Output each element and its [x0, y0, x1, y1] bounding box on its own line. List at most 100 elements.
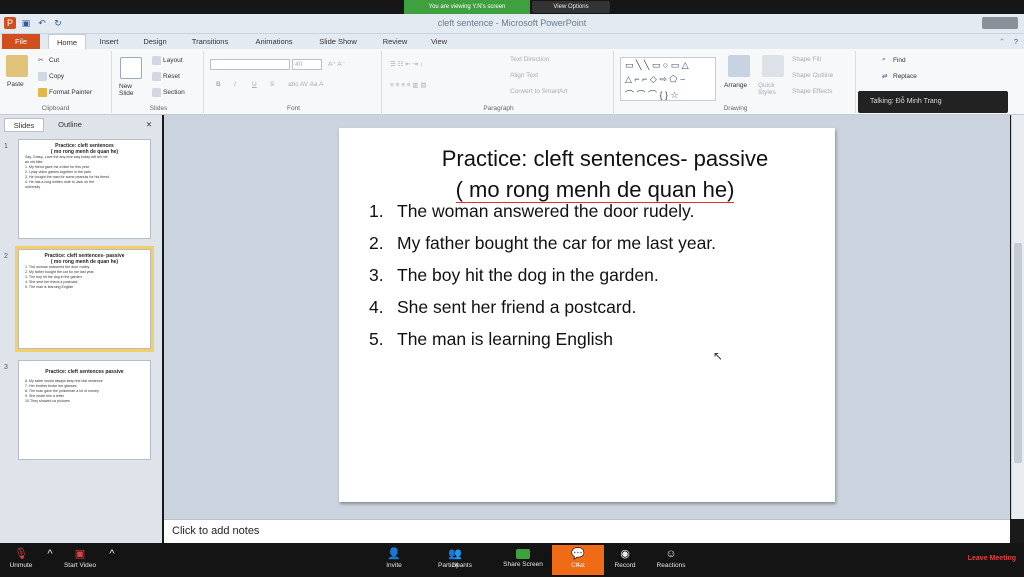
section-label: Section: [163, 89, 185, 96]
clipboard-label: Clipboard: [41, 105, 70, 112]
view-options-button[interactable]: View Options: [532, 1, 610, 13]
shape-fill-button[interactable]: Shape Fill: [792, 56, 821, 63]
paragraph-group: ☰ ☷ ⇤ ⇥ ↕ ≡ ≡ ≡ ≡ ▥ ▤ Text Direction Ali…: [384, 51, 614, 113]
drawing-group: ▭ ╲ ╲ ▭ ○ ▭ △ △ ⌐ ⌐ ◇ ⇨ ⬠ ⌣ ⌒ ⌒ ⌒ { } ☆ …: [616, 51, 856, 113]
tab-transitions[interactable]: Transitions: [184, 34, 236, 49]
text-direction-button[interactable]: Text Direction: [510, 56, 549, 63]
tab-design[interactable]: Design: [136, 34, 174, 49]
new-slide-button[interactable]: New Slide: [119, 83, 145, 97]
chat-button[interactable]: 💬4 Chat: [552, 545, 604, 575]
scissors-icon: ✂: [38, 57, 44, 64]
unmute-label: Unmute: [9, 562, 33, 569]
new-slide-icon[interactable]: [120, 57, 142, 79]
chat-icon: 💬4: [571, 548, 585, 569]
find-label: Find: [893, 57, 906, 64]
shape-outline-button[interactable]: Shape Outline: [792, 72, 833, 79]
unmute-button[interactable]: 🎙 Unmute: [4, 545, 38, 575]
format-painter-label: Format Painter: [49, 89, 92, 96]
thumb-number: 1: [4, 143, 8, 150]
notes-pane[interactable]: Click to add notes: [164, 519, 1010, 543]
font-size-input[interactable]: 40: [292, 59, 322, 70]
tab-review[interactable]: Review: [374, 34, 416, 49]
thumb-title: Practice: cleft sentences passive: [45, 369, 124, 375]
tab-animations[interactable]: Animations: [246, 34, 302, 49]
bold-button[interactable]: B: [216, 81, 221, 88]
invite-button[interactable]: 👤 Invite: [378, 545, 410, 575]
paste-icon[interactable]: [6, 55, 28, 77]
tab-insert[interactable]: Insert: [92, 34, 126, 49]
arrange-button[interactable]: Arrange: [724, 82, 747, 89]
replace-button[interactable]: ⇄ Replace: [882, 72, 917, 81]
leave-meeting-button[interactable]: Leave Meeting: [968, 555, 1016, 562]
replace-label: Replace: [893, 73, 917, 80]
shape-triangle-icon[interactable]: △ ⌐ ⌐ ◇ ⇨ ⬠ ⌣: [625, 74, 686, 85]
underline-button[interactable]: U: [252, 81, 257, 88]
quick-styles-icon[interactable]: [762, 55, 784, 77]
grow-font-icon[interactable]: A⁺ A⁻: [328, 60, 345, 68]
tab-view[interactable]: View: [424, 34, 454, 49]
thumb-line: 10.They showed us pictures: [25, 399, 70, 403]
slide-thumbnail-2[interactable]: Practice: cleft sentences- passive ( mo …: [15, 246, 154, 352]
vertical-scrollbar[interactable]: [1011, 115, 1024, 519]
start-video-button[interactable]: ▣ Start Video: [56, 545, 104, 575]
shape-rectangle-icon[interactable]: ▭ ╲ ╲ ▭ ○ ▭ △: [625, 60, 689, 71]
reset-button[interactable]: Reset: [152, 72, 180, 81]
list-item: 5. The man is learning English: [369, 328, 716, 360]
list-item: 1. The woman answered the door rudely.: [369, 200, 716, 232]
format-painter-button[interactable]: Format Painter: [38, 88, 92, 97]
find-button[interactable]: ⌕ Find: [882, 56, 906, 65]
slide-title[interactable]: Practice: cleft sentences- passive: [339, 145, 835, 173]
layout-icon: [152, 56, 161, 65]
chat-label: Chat: [571, 562, 585, 569]
align-icons[interactable]: ≡ ≡ ≡ ≡ ▥ ▤: [390, 81, 426, 89]
share-screen-button[interactable]: Share Screen: [496, 545, 550, 575]
video-options-chevron-icon[interactable]: ^: [104, 545, 116, 575]
strikethrough-button[interactable]: S: [270, 81, 274, 88]
help-icon[interactable]: ?: [1010, 34, 1022, 49]
share-screen-icon: [516, 549, 530, 559]
item-text: She sent her friend a postcard.: [397, 297, 637, 317]
shape-effects-button[interactable]: Shape Effects: [792, 88, 832, 95]
font-color-icon[interactable]: abc AV Aa A: [288, 81, 323, 88]
list-item: 2. My father bought the car for me last y…: [369, 232, 716, 264]
pane-tabs: Slides Outline ✕: [0, 118, 160, 132]
window-controls[interactable]: [982, 17, 1018, 29]
font-name-input[interactable]: [210, 59, 290, 70]
slide-canvas[interactable]: Practice: cleft sentences- passive ( mo …: [339, 128, 835, 502]
font-group: 40 A⁺ A⁻ B I U S abc AV Aa A Font: [206, 51, 382, 113]
close-pane-icon[interactable]: ✕: [142, 118, 156, 132]
italic-button[interactable]: I: [234, 81, 236, 88]
section-button[interactable]: Section: [152, 88, 185, 97]
convert-smartart-button[interactable]: Convert to SmartArt: [510, 88, 567, 95]
tab-home[interactable]: Home: [48, 34, 86, 49]
tab-file[interactable]: File: [2, 34, 40, 49]
share-screen-label: Share Screen: [503, 561, 543, 568]
slide-thumbnail-1[interactable]: Practice: cleft sentences ( mo rong menh…: [18, 139, 151, 239]
tab-outline[interactable]: Outline: [48, 118, 92, 132]
copy-icon: [38, 72, 47, 81]
shape-curve-icon[interactable]: ⌒ ⌒ ⌒ { } ☆: [625, 88, 679, 101]
minimize-ribbon-icon[interactable]: ⌃: [996, 34, 1008, 49]
record-button[interactable]: ◉ Record: [608, 545, 642, 575]
slide-thumbnail-3[interactable]: Practice: cleft sentences passive 6. My …: [18, 360, 151, 460]
quick-styles-button[interactable]: Quick Styles: [758, 82, 784, 96]
align-text-button[interactable]: Align Text: [510, 72, 538, 79]
layout-button[interactable]: Layout: [152, 56, 183, 65]
tab-slide-show[interactable]: Slide Show: [312, 34, 364, 49]
paste-button[interactable]: Paste: [7, 81, 24, 88]
section-icon: [152, 88, 161, 97]
arrange-icon[interactable]: [728, 55, 750, 77]
bullets-icon[interactable]: ☰ ☷ ⇤ ⇥ ↕: [390, 60, 423, 68]
scrollbar-thumb[interactable]: [1014, 243, 1022, 463]
copy-button[interactable]: Copy: [38, 72, 64, 81]
reactions-button[interactable]: ☺ Reactions: [650, 545, 692, 575]
reactions-label: Reactions: [656, 562, 686, 569]
tab-slides[interactable]: Slides: [4, 118, 44, 132]
cut-button[interactable]: ✂ Cut: [38, 56, 59, 65]
copy-label: Copy: [49, 73, 65, 80]
audio-options-chevron-icon[interactable]: ^: [42, 545, 54, 575]
participants-button[interactable]: 👥24 Participants: [430, 545, 480, 575]
shapes-gallery[interactable]: ▭ ╲ ╲ ▭ ○ ▭ △ △ ⌐ ⌐ ◇ ⇨ ⬠ ⌣ ⌒ ⌒ ⌒ { } ☆: [620, 57, 716, 101]
slide-list[interactable]: 1. The woman answered the door rudely. 2.…: [369, 200, 716, 360]
slides-label: Slides: [149, 105, 168, 112]
